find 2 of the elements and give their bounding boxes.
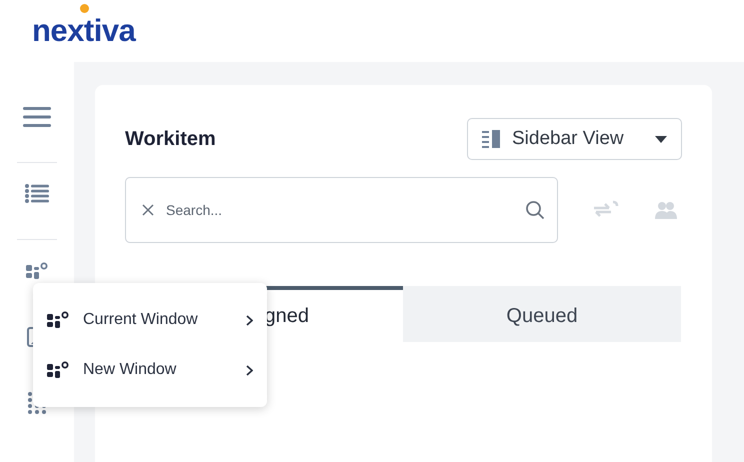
logo-wordmark: nextiva <box>32 19 136 43</box>
panel-title: Workitem <box>125 128 216 150</box>
